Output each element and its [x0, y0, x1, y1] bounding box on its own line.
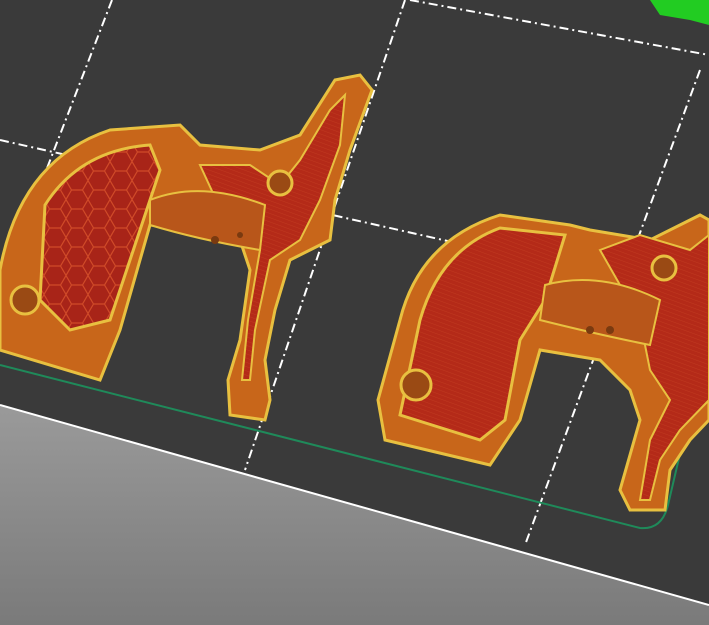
scene: [0, 0, 709, 625]
screw-hole: [652, 256, 676, 280]
screw-hole: [401, 370, 431, 400]
3d-preview-viewport[interactable]: [0, 0, 709, 625]
screw-hole: [11, 286, 39, 314]
screw-hole: [268, 171, 292, 195]
